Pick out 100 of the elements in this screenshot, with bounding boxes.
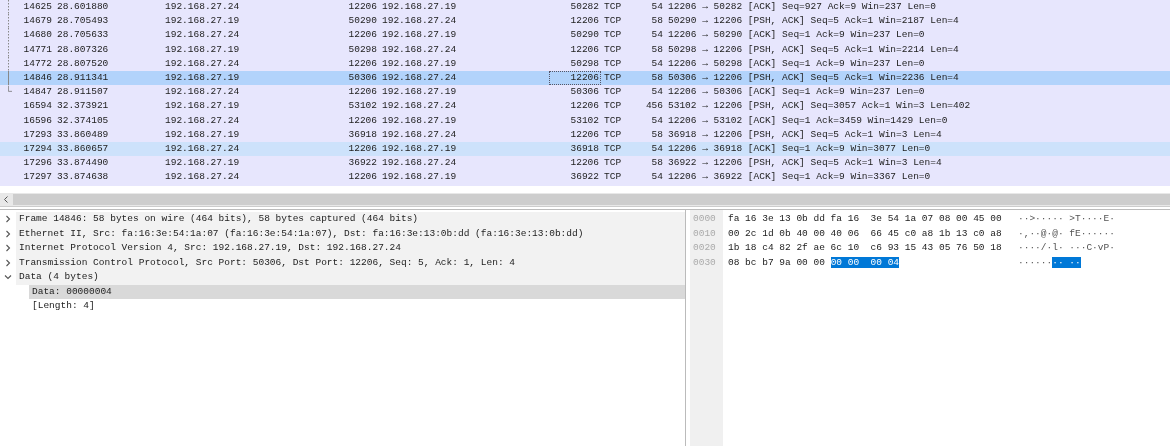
table-cell-text: 14847 bbox=[22, 85, 53, 100]
table-cell-text: 50290 bbox=[347, 14, 378, 29]
table-cell-text: 192.168.27.24 bbox=[381, 14, 458, 29]
packet-row[interactable]: 14772 28.807520 192.168.27.24 12206 192.168.27.19 50298 TCP 54 12206 → 50298 [ACK] Seq=1 Ack=9 Win=237 Len=0 bbox=[0, 56, 1170, 71]
table-cell-text: 28.807326 bbox=[56, 42, 110, 57]
table-cell-text: 12206 bbox=[569, 14, 600, 29]
table-cell-text: 14771 bbox=[22, 42, 53, 57]
packet-row[interactable]: 17293 33.860489 192.168.27.19 36918 192.168.27.24 12206 TCP 58 36918 → 12206 [PSH, ACK] Seq=5 Ack=1 Win=3 Len=4 bbox=[0, 127, 1170, 142]
table-cell-text: 50290 bbox=[569, 28, 600, 43]
table-cell-text: 58 bbox=[650, 127, 664, 142]
table-cell-text: 12206 bbox=[347, 113, 378, 128]
table-cell-text: 192.168.27.24 bbox=[164, 141, 241, 156]
table-cell-text: 17296 bbox=[22, 156, 53, 171]
table-cell-text: 14772 bbox=[22, 56, 53, 71]
ascii-text[interactable]: ··>····· >T····E· bbox=[1018, 213, 1115, 224]
tree-item[interactable]: Frame 14846: 58 bytes on wire (464 bits), 58 bytes captured (464 bits) bbox=[16, 212, 685, 227]
table-cell-text: 12206 bbox=[347, 28, 378, 43]
table-cell-text: 54 bbox=[650, 28, 664, 43]
packet-row[interactable]: 14625 28.601880 192.168.27.24 12206 192.168.27.19 50282 TCP 54 12206 → 50282 [ACK] Seq=927 Ack=9 Win=237 Len=0 bbox=[0, 0, 1170, 15]
packet-row[interactable]: 17297 33.874638 192.168.27.24 12206 192.168.27.19 36922 TCP 54 12206 → 36922 [ACK] Seq=1 Ack=9 Win=3367 Len=0 bbox=[0, 170, 1170, 185]
tree-item[interactable]: Data (4 bytes) bbox=[16, 270, 685, 285]
hex-bytes[interactable]: 00 00 00 04 bbox=[830, 256, 900, 268]
table-cell-text: 192.168.27.24 bbox=[164, 0, 241, 14]
packet-row[interactable]: 14771 28.807326 192.168.27.19 50298 192.168.27.24 12206 TCP 58 50298 → 12206 [PSH, ACK] Seq=5 Ack=1 Win=2214 Len=4 bbox=[0, 42, 1170, 57]
table-cell-text: 33.860489 bbox=[56, 127, 110, 142]
table-cell-text: 12206 bbox=[569, 99, 600, 114]
table-cell-text: 192.168.27.19 bbox=[381, 113, 458, 128]
chevron-right-icon[interactable] bbox=[3, 228, 13, 239]
table-cell-text: 192.168.27.19 bbox=[381, 56, 458, 71]
table-cell-text: 33.874638 bbox=[56, 170, 110, 185]
tree-item[interactable]: Internet Protocol Version 4, Src: 192.168.27.19, Dst: 192.168.27.24 bbox=[16, 241, 685, 256]
table-cell-text: 58 bbox=[650, 156, 664, 171]
packet-row[interactable]: 17296 33.874490 192.168.27.19 36922 192.168.27.24 12206 TCP 58 36922 → 12206 [PSH, ACK] Seq=5 Ack=1 Win=3 Len=4 bbox=[0, 156, 1170, 171]
table-cell-text: 58 bbox=[650, 42, 664, 57]
ascii-text[interactable]: ······ bbox=[1018, 256, 1053, 268]
packet-row[interactable]: 14847 28.911507 192.168.27.24 12206 192.168.27.19 50306 TCP 54 12206 → 50306 [ACK] Seq=1 Ack=9 Win=237 Len=0 bbox=[0, 85, 1170, 100]
table-cell-text: 192.168.27.19 bbox=[381, 141, 458, 156]
table-cell-text: 54 bbox=[650, 141, 664, 156]
hex-bytes[interactable]: 08 bc b7 9a 00 00 bbox=[728, 256, 831, 268]
packet-row[interactable]: 14680 28.705633 192.168.27.24 12206 192.168.27.19 50290 TCP 54 12206 → 50290 [ACK] Seq=1 Ack=9 Win=237 Len=0 bbox=[0, 28, 1170, 43]
table-cell-text: 54 bbox=[650, 56, 664, 71]
ascii-text[interactable]: ·,··@·@· fE······ bbox=[1018, 227, 1115, 239]
table-cell-text: 14846 bbox=[22, 70, 53, 85]
table-cell-text: 14679 bbox=[22, 14, 53, 29]
table-cell-text: 192.168.27.19 bbox=[381, 85, 458, 100]
table-cell-text: 28.807520 bbox=[56, 56, 110, 71]
table-cell-text: 36922 bbox=[569, 170, 600, 185]
table-cell-text: 192.168.27.19 bbox=[164, 14, 241, 29]
table-cell-text: 50306 bbox=[347, 70, 378, 85]
table-cell-text: 192.168.27.24 bbox=[164, 170, 241, 185]
ascii-text[interactable]: ·· ·· bbox=[1052, 256, 1081, 268]
table-cell-text: 17293 bbox=[22, 127, 53, 142]
table-cell-text: 192.168.27.24 bbox=[164, 113, 241, 128]
table-cell-text: TCP bbox=[603, 141, 623, 156]
table-cell-text: 12206 bbox=[347, 56, 378, 71]
table-cell-text: TCP bbox=[603, 14, 623, 29]
table-cell-text: 28.601880 bbox=[56, 0, 110, 14]
table-cell-text: 28.705633 bbox=[56, 28, 110, 43]
table-cell-text: 12206 bbox=[569, 42, 600, 57]
horizontal-scrollbar[interactable] bbox=[0, 193, 1170, 207]
table-cell-text: 192.168.27.19 bbox=[164, 70, 241, 85]
table-cell-text: 58 bbox=[650, 70, 664, 85]
hex-bytes[interactable]: 00 2c 1d 0b 40 00 40 06 66 45 c0 a8 1b 13 c0 a8 bbox=[728, 227, 1002, 239]
table-cell-text: 36918 → 12206 [PSH, ACK] Seq=5 Ack=1 Win=3 Len=4 bbox=[667, 127, 943, 142]
table-cell-text: 16594 bbox=[22, 99, 53, 114]
table-cell-text: 50298 bbox=[569, 56, 600, 71]
table-cell-text: 54 bbox=[650, 0, 664, 14]
packet-row[interactable]: 17294 33.860657 192.168.27.24 12206 192.168.27.19 36918 TCP 54 12206 → 36918 [ACK] Seq=1 Ack=9 Win=3077 Len=0 bbox=[0, 141, 1170, 157]
scrollbar-thumb[interactable] bbox=[13, 194, 1170, 205]
chevron-right-icon[interactable] bbox=[3, 257, 13, 268]
table-cell-text: 16596 bbox=[22, 113, 53, 128]
table-cell-text: 28.705493 bbox=[56, 14, 110, 29]
packet-row[interactable]: 16596 32.374105 192.168.27.24 12206 192.168.27.19 53102 TCP 54 12206 → 53102 [ACK] Seq=1 Ack=3459 Win=1429 Len=0 bbox=[0, 113, 1170, 128]
table-cell-text: TCP bbox=[603, 70, 623, 85]
table-cell-text: 192.168.27.19 bbox=[164, 156, 241, 171]
table-cell-text: 50282 bbox=[569, 0, 600, 14]
ascii-text[interactable]: ····/·l· ···C·vP· bbox=[1018, 242, 1115, 253]
hex-bytes[interactable]: fa 16 3e 13 0b dd fa 16 3e 54 1a 07 08 00 45 00 bbox=[728, 213, 1002, 224]
table-cell-text: 50298 bbox=[347, 42, 378, 57]
table-cell-text: 53102 bbox=[347, 99, 378, 114]
packet-row[interactable]: 14679 28.705493 192.168.27.19 50290 192.168.27.24 12206 TCP 58 50290 → 12206 [PSH, ACK] Seq=5 Ack=1 Win=2187 Len=4 bbox=[0, 14, 1170, 29]
table-cell-text: 192.168.27.24 bbox=[381, 156, 458, 171]
table-cell-text: 50306 bbox=[569, 85, 600, 100]
table-cell-text: TCP bbox=[603, 127, 623, 142]
table-cell-text: 58 bbox=[650, 14, 664, 29]
table-cell-text: 12206 bbox=[347, 85, 378, 100]
chevron-right-icon[interactable] bbox=[3, 214, 13, 225]
table-cell-text: TCP bbox=[603, 0, 623, 14]
table-cell-text: 36918 bbox=[569, 141, 600, 156]
table-cell-text: TCP bbox=[603, 113, 623, 128]
packet-row[interactable]: 16594 32.373921 192.168.27.19 53102 192.168.27.24 12206 TCP 456 53102 → 12206 [PSH, ACK] Seq=3057 Ack=1 Win=3 Len=402 bbox=[0, 99, 1170, 114]
table-cell-text: 50306 → 12206 [PSH, ACK] Seq=5 Ack=1 Win=2236 Len=4 bbox=[667, 70, 960, 85]
table-cell-text: 33.874490 bbox=[56, 156, 110, 171]
hex-bytes[interactable]: 1b 18 c4 82 2f ae 6c 10 c6 93 15 43 05 76 50 18 bbox=[728, 242, 1002, 253]
offset-label: 0000 bbox=[692, 212, 717, 226]
table-cell-text: 12206 bbox=[569, 127, 600, 142]
table-cell-text: 192.168.27.19 bbox=[164, 99, 241, 114]
packet-row[interactable]: 14846 28.911341 192.168.27.19 50306 192.168.27.24 12206 TCP 58 50306 → 12206 [PSH, ACK] Seq=5 Ack=1 Win=2236 Len=4 bbox=[0, 70, 1170, 86]
table-cell-text: 12206 bbox=[347, 0, 378, 14]
chevron-right-icon[interactable] bbox=[3, 243, 13, 254]
